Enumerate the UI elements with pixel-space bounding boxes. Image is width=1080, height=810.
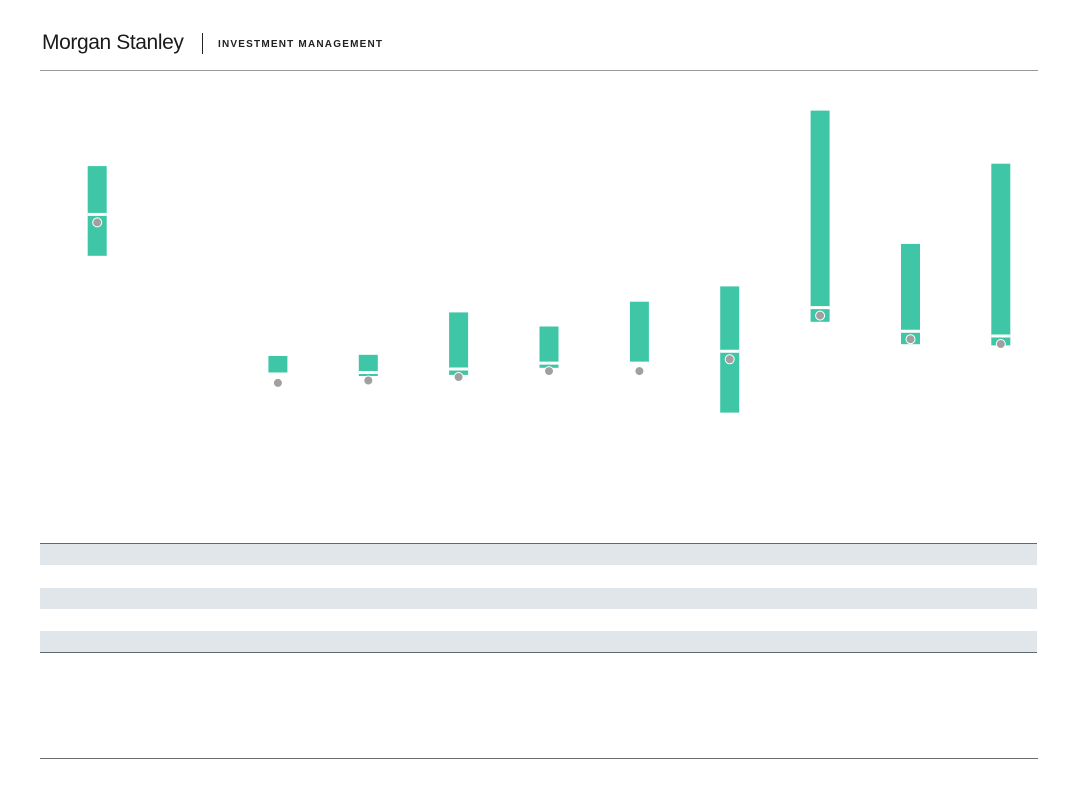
table-row (40, 609, 1037, 630)
data-point (453, 372, 464, 382)
data-point (272, 377, 283, 388)
data-point (815, 310, 826, 321)
range-bar (720, 286, 740, 413)
table-row (40, 544, 1037, 565)
data-point (363, 375, 374, 386)
range-bar (810, 110, 830, 322)
range-bar (901, 243, 920, 345)
footer-rule (40, 758, 1038, 759)
table-row (40, 566, 1037, 587)
data-table (40, 543, 1037, 653)
table-row (40, 587, 1037, 609)
range-bar (87, 166, 107, 256)
data-point (634, 366, 645, 377)
data-point (724, 354, 735, 365)
data-point (544, 366, 554, 377)
data-point (92, 217, 103, 228)
data-point (905, 334, 916, 345)
range-bar (449, 312, 469, 375)
range-chart (87, 110, 1011, 413)
range-bar (629, 301, 649, 365)
data-point (995, 339, 1006, 349)
range-bar (268, 356, 288, 373)
table-row (40, 631, 1037, 653)
range-bar (991, 163, 1011, 346)
